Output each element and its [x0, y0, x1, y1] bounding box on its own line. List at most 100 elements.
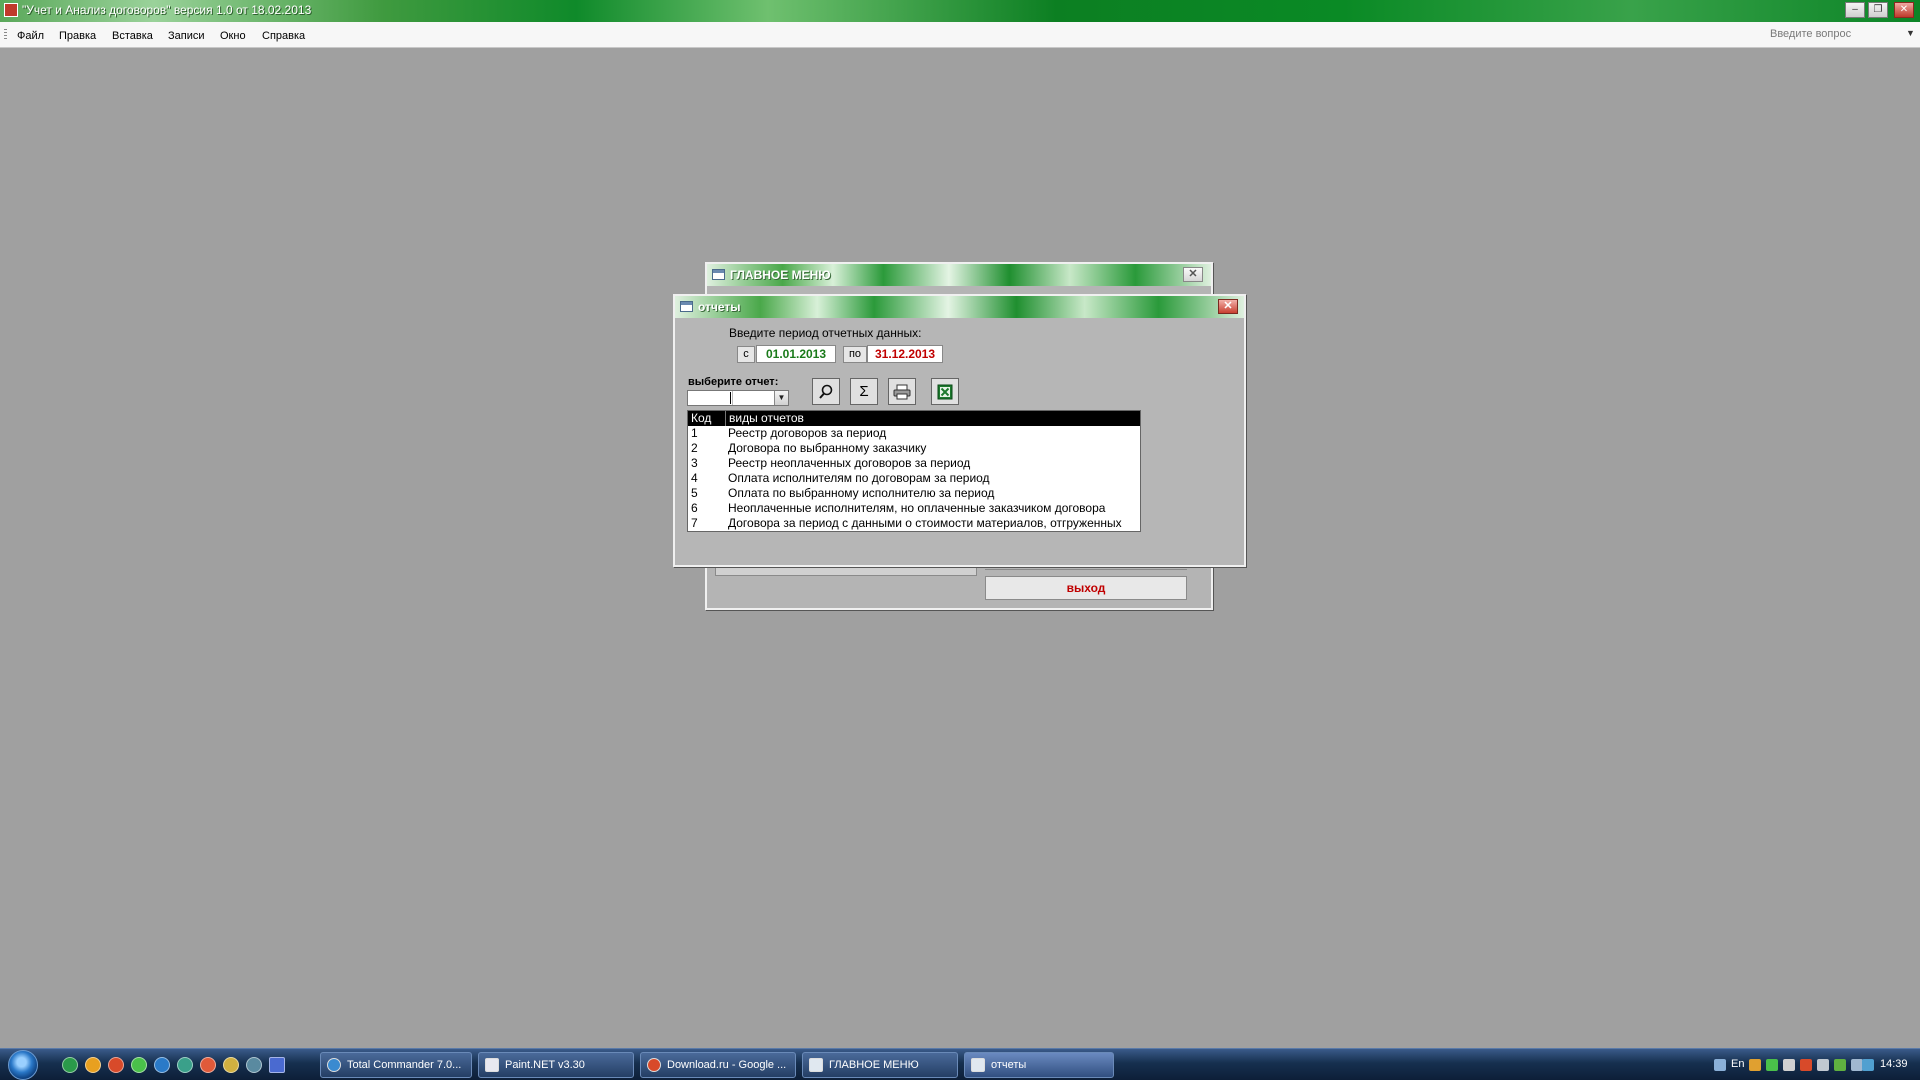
list-item[interactable]: 6 Неоплаченные исполнителям, но оплаченн…: [688, 501, 1140, 516]
menubar: Файл Правка Вставка Записи Окно Справка …: [0, 22, 1920, 48]
list-item-label: Оплата по выбранному исполнителю за пери…: [728, 486, 995, 500]
list-item-label: Договора по выбранному заказчику: [728, 441, 927, 455]
text-caret: [730, 392, 731, 404]
reports-title: отчеты: [698, 300, 741, 314]
restore-button[interactable]: ❐: [1868, 2, 1888, 18]
main-menu-titlebar[interactable]: ГЛАВНОЕ МЕНЮ ✕: [707, 264, 1211, 286]
menu-edit[interactable]: Правка: [59, 30, 96, 42]
taskbar-item-label: ГЛАВНОЕ МЕНЮ: [829, 1059, 919, 1071]
start-button[interactable]: [8, 1050, 38, 1080]
help-dropdown-icon[interactable]: ▼: [1906, 28, 1915, 38]
list-item-label: Договора за период с данными о стоимости…: [728, 516, 1122, 530]
list-header: Код виды отчетов: [688, 411, 1140, 426]
print-icon: [893, 384, 911, 400]
taskbar-item-label: Download.ru - Google ...: [667, 1059, 787, 1071]
list-item-code: 5: [691, 486, 698, 500]
icq-icon[interactable]: [131, 1057, 147, 1073]
list-item-label: Оплата исполнителям по договорам за пери…: [728, 471, 990, 485]
app-shortcut-icon[interactable]: [177, 1057, 193, 1073]
period-prompt: Введите период отчетных данных:: [729, 326, 922, 340]
list-item-label: Неоплаченные исполнителям, но оплаченные…: [728, 501, 1106, 515]
select-report-label: выберите отчет:: [688, 376, 779, 388]
taskbar-item-reports[interactable]: отчеты: [964, 1052, 1114, 1078]
close-button[interactable]: ✕: [1894, 2, 1914, 18]
taskbar: Total Commander 7.0... Paint.NET v3.30 D…: [0, 1048, 1920, 1080]
list-item-code: 1: [691, 426, 698, 440]
sum-button[interactable]: Σ: [850, 378, 878, 405]
reports-titlebar[interactable]: отчеты ✕: [675, 296, 1244, 318]
report-list[interactable]: Код виды отчетов 1 Реестр договоров за п…: [687, 410, 1141, 532]
excel-export-button[interactable]: [931, 378, 959, 405]
combo-separator: [732, 391, 733, 405]
taskbar-item-label: Paint.NET v3.30: [505, 1059, 585, 1071]
paint-icon[interactable]: [223, 1057, 239, 1073]
list-item[interactable]: 3 Реестр неоплаченных договоров за перио…: [688, 456, 1140, 471]
tray-window-icon[interactable]: [1783, 1059, 1795, 1071]
menu-help[interactable]: Справка: [262, 30, 305, 42]
list-item-label: Реестр договоров за период: [728, 426, 887, 440]
app-title: "Учет и Анализ договоров" версия 1.0 от …: [22, 3, 312, 17]
tray-display-icon[interactable]: [1817, 1059, 1829, 1071]
language-indicator[interactable]: En: [1731, 1058, 1744, 1070]
chrome-icon[interactable]: [108, 1057, 124, 1073]
form-icon: [712, 269, 725, 280]
help-question-input[interactable]: Введите вопрос: [1770, 28, 1851, 40]
tray-security-icon[interactable]: [1800, 1059, 1812, 1071]
taskbar-item-label: отчеты: [991, 1059, 1027, 1071]
tray-icq-icon[interactable]: [1766, 1059, 1778, 1071]
list-item[interactable]: 1 Реестр договоров за период: [688, 426, 1140, 441]
tray-nvidia-icon[interactable]: [1834, 1059, 1846, 1071]
form-icon: [809, 1058, 823, 1072]
from-date-field[interactable]: 01.01.2013: [756, 345, 836, 363]
tray-network-icon[interactable]: [1714, 1059, 1726, 1071]
menu-records[interactable]: Записи: [168, 30, 205, 42]
form-icon: [680, 301, 693, 312]
list-item-code: 6: [691, 501, 698, 515]
print-button[interactable]: [888, 378, 916, 405]
reports-close-icon[interactable]: ✕: [1218, 299, 1238, 314]
minimize-button[interactable]: –: [1845, 2, 1865, 18]
sum-icon: Σ: [859, 383, 869, 400]
chevron-down-icon[interactable]: ▼: [774, 391, 788, 405]
taskbar-item-total-commander[interactable]: Total Commander 7.0...: [320, 1052, 472, 1078]
tray-app-icon[interactable]: [1749, 1059, 1761, 1071]
list-item[interactable]: 7 Договора за период с данными о стоимос…: [688, 516, 1140, 531]
from-label: с: [737, 346, 755, 363]
menu-file[interactable]: Файл: [17, 30, 44, 42]
search-icon: [819, 384, 833, 399]
column-report-type: виды отчетов: [725, 411, 804, 426]
list-item-code: 7: [691, 516, 698, 530]
taskbar-item-download-ru[interactable]: Download.ru - Google ...: [640, 1052, 796, 1078]
browser-icon[interactable]: [154, 1057, 170, 1073]
list-item-code: 3: [691, 456, 698, 470]
to-date-field[interactable]: 31.12.2013: [867, 345, 943, 363]
excel-icon: [937, 384, 953, 400]
list-item-label: Реестр неоплаченных договоров за период: [728, 456, 971, 470]
app-titlebar: "Учет и Анализ договоров" версия 1.0 от …: [0, 0, 1920, 22]
main-menu-close-icon[interactable]: ✕: [1183, 267, 1203, 282]
exit-button[interactable]: выход: [985, 576, 1187, 600]
app-icon[interactable]: [4, 3, 18, 17]
taskbar-item-main-menu[interactable]: ГЛАВНОЕ МЕНЮ: [802, 1052, 958, 1078]
clock-app-icon[interactable]: [246, 1057, 262, 1073]
main-menu-title: ГЛАВНОЕ МЕНЮ: [730, 268, 831, 282]
report-select-combo[interactable]: ▼: [687, 390, 789, 406]
preview-button[interactable]: [812, 378, 840, 405]
column-code: Код: [691, 411, 712, 425]
avast-icon[interactable]: [85, 1057, 101, 1073]
menubar-grip: [4, 29, 7, 41]
menu-insert[interactable]: Вставка: [112, 30, 153, 42]
utorrent-icon[interactable]: [62, 1057, 78, 1073]
list-item[interactable]: 5 Оплата по выбранному исполнителю за пе…: [688, 486, 1140, 501]
list-item[interactable]: 4 Оплата исполнителям по договорам за пе…: [688, 471, 1140, 486]
chrome-icon: [647, 1058, 661, 1072]
firefox-icon[interactable]: [200, 1057, 216, 1073]
taskbar-item-label: Total Commander 7.0...: [347, 1059, 462, 1071]
taskbar-item-paint-net[interactable]: Paint.NET v3.30: [478, 1052, 634, 1078]
list-item[interactable]: 2 Договора по выбранному заказчику: [688, 441, 1140, 456]
tray-usb-icon[interactable]: [1862, 1059, 1874, 1071]
menu-window[interactable]: Окно: [220, 30, 246, 42]
save-icon[interactable]: [269, 1057, 285, 1073]
form-icon: [971, 1058, 985, 1072]
clock[interactable]: 14:39: [1880, 1058, 1908, 1070]
